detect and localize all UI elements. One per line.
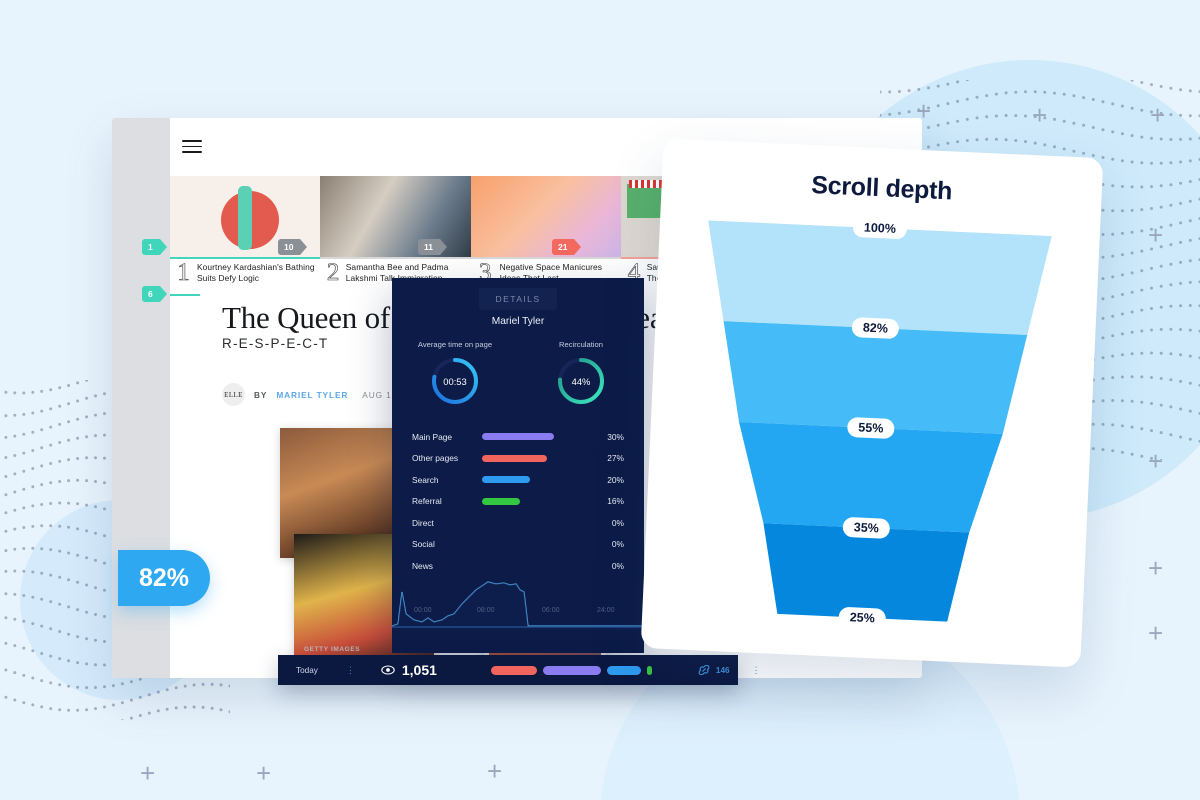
heat-badge-value: 10: [284, 242, 294, 252]
publication-logo: ELLE: [222, 383, 245, 406]
mix-segment: [606, 665, 641, 675]
mix-segment: [490, 665, 537, 675]
time-tick-label: 00:00: [414, 607, 432, 614]
heat-badge-10[interactable]: 10: [278, 239, 309, 255]
plus-mark-icon: +: [1148, 618, 1164, 648]
source-value: 0%: [611, 517, 624, 528]
source-bar: [482, 497, 521, 505]
time-tick-label: 06:00: [542, 607, 560, 614]
heat-badge-value: 6: [148, 289, 153, 299]
mix-segment: [542, 665, 601, 675]
source-value: 0%: [611, 539, 624, 550]
mix-segment: [646, 665, 652, 675]
source-label: Referral: [412, 496, 442, 507]
article-dek: R-E-S-P-E-C-T: [222, 336, 329, 351]
source-label: Search: [412, 474, 439, 485]
time-tick-label: 24:00: [597, 607, 615, 614]
table-row: Social 0%: [412, 534, 624, 556]
story-number: 1: [177, 259, 190, 286]
plus-mark-icon: +: [1148, 553, 1164, 583]
views-count: 1,051: [401, 662, 437, 678]
thumbnail-image[interactable]: [320, 176, 471, 258]
eye-icon: [381, 665, 395, 675]
story-title: Kourtney Kardashian's Bathing Suits Defy…: [196, 262, 315, 283]
details-button[interactable]: DETAILS: [479, 288, 557, 310]
link-icon: [698, 665, 710, 675]
source-value: 20%: [607, 474, 624, 485]
source-value: 27%: [607, 453, 624, 464]
hamburger-menu-icon[interactable]: [182, 140, 202, 157]
gauge-value: 44%: [571, 375, 591, 387]
scroll-depth-card: Scroll depth 100% 82% 55% 35% 25%: [640, 138, 1104, 668]
heat-badge-value: 21: [558, 242, 568, 252]
source-value: 0%: [611, 560, 624, 571]
traffic-source-list: Main Page 30% Other pages 27% Search 20%…: [392, 426, 644, 577]
analytics-status-bar: Today ⋮ 1,051 146 ⋮: [278, 655, 761, 685]
funnel-label-25: 25%: [838, 606, 887, 629]
byline-prefix: BY: [254, 389, 268, 400]
heat-badge-value: 1: [148, 242, 153, 252]
gauge-label: Average time on page: [417, 340, 493, 349]
source-bar: [482, 433, 554, 441]
plus-mark-icon: +: [1032, 100, 1048, 130]
donut-ring: 00:53: [429, 355, 481, 407]
source-value: 16%: [607, 496, 624, 507]
period-selector[interactable]: Today: [296, 666, 318, 675]
gauge-value: 00:53: [443, 375, 467, 387]
vertical-dots-icon[interactable]: ⋮: [752, 665, 761, 674]
gauge-row: Average time on page 00:53 Recirculation: [392, 340, 644, 407]
source-value: 30%: [607, 431, 624, 442]
heat-line: [170, 294, 200, 296]
heat-badge-value: 11: [424, 242, 433, 252]
source-label: Social: [412, 539, 435, 550]
source-label: Main Page: [412, 431, 453, 442]
views-metric: 1,051: [381, 662, 437, 678]
table-row: Other pages 27%: [412, 448, 624, 470]
plus-mark-icon: +: [1150, 100, 1166, 130]
photo-credit: GETTY IMAGES: [304, 646, 361, 653]
byline: ELLE BY MARIEL TYLER AUG 16, 2018: [170, 383, 426, 406]
source-label: News: [412, 560, 433, 571]
funnel-label-82: 82%: [851, 317, 900, 340]
donut-ring: 44%: [555, 355, 607, 407]
traffic-timeline-chart: 00:00 08:00 06:00 24:00: [392, 574, 644, 630]
heat-badge-1[interactable]: 1: [142, 239, 167, 255]
source-bar: [482, 454, 547, 462]
vertical-dots-icon[interactable]: ⋮: [346, 665, 355, 674]
gauge-recirculation: Recirculation 44%: [518, 340, 644, 407]
links-metric: 146: [698, 665, 730, 675]
list-item[interactable]: 1 Kourtney Kardashian's Bathing Suits De…: [170, 257, 321, 296]
time-tick-label: 08:00: [477, 607, 495, 614]
table-row: Search 20%: [412, 469, 624, 491]
funnel-label-100: 100%: [852, 216, 908, 240]
scroll-percent-badge: 82%: [118, 550, 210, 606]
source-label: Other pages: [412, 453, 459, 464]
plus-mark-icon: +: [140, 758, 156, 788]
analytics-author-name: Mariel Tyler: [491, 316, 545, 327]
source-mix-bar: [490, 665, 652, 675]
analytics-overlay-panel: DETAILS Mariel Tyler Average time on pag…: [392, 278, 644, 653]
heat-badge-21[interactable]: 21: [552, 239, 583, 255]
plus-mark-icon: +: [487, 756, 503, 786]
heat-badge-6[interactable]: 6: [142, 286, 167, 302]
plus-mark-icon: +: [256, 758, 272, 788]
source-label: Direct: [412, 517, 434, 528]
table-row: Referral 16%: [412, 491, 624, 513]
table-row: Direct 0%: [412, 512, 624, 534]
source-bar: [482, 476, 530, 484]
gauge-time-on-page: Average time on page 00:53: [392, 340, 518, 407]
byline-author[interactable]: MARIEL TYLER: [276, 390, 348, 400]
heat-badge-11[interactable]: 11: [418, 239, 447, 255]
plus-mark-icon: +: [1148, 446, 1164, 476]
funnel-label-35: 35%: [842, 516, 891, 539]
links-count: 146: [715, 665, 730, 675]
story-number: 2: [326, 259, 340, 286]
plus-mark-icon: +: [1148, 220, 1164, 250]
chart-title: Scroll depth: [810, 171, 953, 206]
gauge-label: Recirculation: [559, 340, 603, 349]
thumbnail-image[interactable]: [470, 176, 622, 258]
table-row: Main Page 30%: [412, 426, 624, 448]
funnel-label-55: 55%: [846, 416, 895, 440]
